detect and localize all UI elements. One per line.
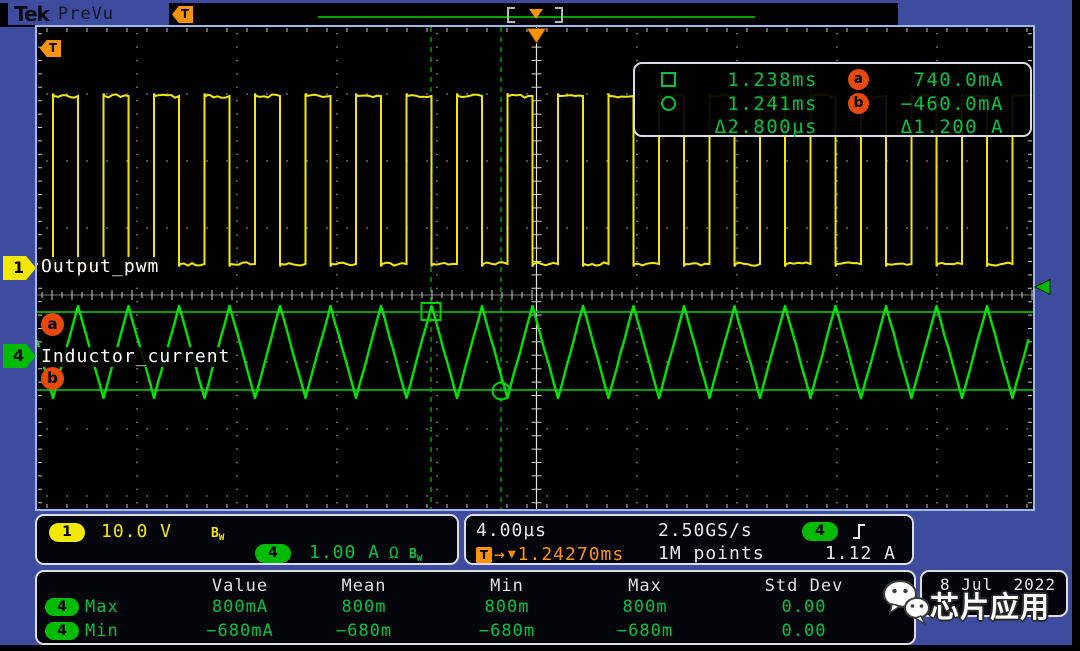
zoom-window-right-bracket-icon <box>555 7 563 23</box>
channel4-badge: 4 <box>255 544 291 563</box>
col-header-min: Min <box>490 576 524 596</box>
channel1-bandwidth-icon: BW <box>211 524 224 548</box>
cursor-a-time: 1.238ms <box>727 68 818 92</box>
cursor-b-badge-icon: b <box>848 93 869 114</box>
record-trigger-position-icon <box>529 9 543 19</box>
channel4-impedance-icon: Ω <box>389 543 400 563</box>
trigger-delay-value: 1.24270ms <box>518 544 625 565</box>
timebase-scale: 4.00µs <box>476 521 547 541</box>
tek-logo: Tek <box>14 2 49 26</box>
cursor-b-row: 1.241ms b −460.0mA <box>635 92 1030 116</box>
wechat-icon <box>880 577 936 629</box>
channel1-waveform-label: Output_pwm <box>38 257 162 277</box>
col-header-value: Value <box>212 576 268 596</box>
cursor-a-value: 740.0mA <box>913 68 1004 92</box>
cell-min: −680m <box>479 621 535 641</box>
rising-edge-slope-icon <box>850 522 868 541</box>
cell-value: 800mA <box>212 597 268 617</box>
record-length: 1M points <box>658 544 765 564</box>
measurement-source-badge: 4 <box>45 598 79 616</box>
cursor-b-value: −460.0mA <box>900 92 1004 116</box>
cell-max: −680m <box>617 621 673 641</box>
horizontal-trigger-box: 4.00µs 2.50GS/s 4 T → ▼ 1.24270ms 1M poi… <box>464 514 914 565</box>
cursor-readout-box: 1.238ms a 740.0mA 1.241ms b −460.0mA Δ2.… <box>633 62 1032 137</box>
channel1-badge: 1 <box>49 523 85 542</box>
watermark: 芯片应用 <box>880 577 1050 629</box>
sample-rate: 2.50GS/s <box>658 521 753 541</box>
channel1-scale: 10.0 V <box>101 522 172 542</box>
measurement-name: Max <box>85 597 119 617</box>
measurement-table: Value Mean Min Max Std Dev 4 Max 800mA 8… <box>35 570 916 645</box>
cell-max: 800m <box>623 597 668 617</box>
col-header-stddev: Std Dev <box>765 576 844 596</box>
acquisition-mode-label: PreVu <box>58 4 114 24</box>
trigger-marker-icon: ▼ <box>508 547 516 562</box>
measurement-source-badge: 4 <box>45 622 79 640</box>
cursor-b-badge: b <box>41 367 64 390</box>
cursor-delta-value: Δ1.200 A <box>900 115 1004 139</box>
cell-stddev: 0.00 <box>782 621 827 641</box>
cursor-a-badge: a <box>41 313 64 336</box>
measurement-name: Min <box>85 621 119 641</box>
cell-mean: 800m <box>342 597 387 617</box>
trigger-arrow-icon: → <box>494 544 506 565</box>
cursor-a-row: 1.238ms a 740.0mA <box>635 68 1030 92</box>
circle-cursor-icon <box>661 96 676 111</box>
col-header-max: Max <box>628 576 662 596</box>
oscilloscope-screen: Tek PreVu T T 1 4 Output_pwm Inductor_cu… <box>0 0 1080 651</box>
trigger-level: 1.12 A <box>825 544 896 564</box>
channel4-bandwidth-icon: BW <box>409 545 422 569</box>
cursor-b-time: 1.241ms <box>727 92 818 116</box>
square-cursor-icon <box>661 72 676 87</box>
cell-mean: −680m <box>336 621 392 641</box>
cell-min: 800m <box>485 597 530 617</box>
cell-value: −680mA <box>206 621 273 641</box>
channel-scales-box: 1 10.0 V BW 4 1.00 A Ω BW <box>35 514 459 565</box>
trigger-t-icon: T <box>476 547 492 563</box>
channel4-waveform-label: Inductor_current <box>38 347 233 367</box>
col-header-mean: Mean <box>342 576 387 596</box>
trigger-source-badge: 4 <box>802 522 838 541</box>
zoom-window-left-bracket-icon <box>507 7 515 23</box>
cell-stddev: 0.00 <box>782 597 827 617</box>
brand-bar: Tek PreVu <box>8 2 169 25</box>
channel4-scale: 1.00 A <box>309 543 380 563</box>
cursor-delta-row: Δ2.800µs Δ1.200 A <box>635 115 1030 139</box>
trigger-delay-readout: T → ▼ 1.24270ms <box>476 544 624 565</box>
watermark-text: 芯片应用 <box>930 584 1050 626</box>
cursor-delta-time: Δ2.800µs <box>714 115 818 139</box>
cursor-a-badge-icon: a <box>848 69 869 90</box>
